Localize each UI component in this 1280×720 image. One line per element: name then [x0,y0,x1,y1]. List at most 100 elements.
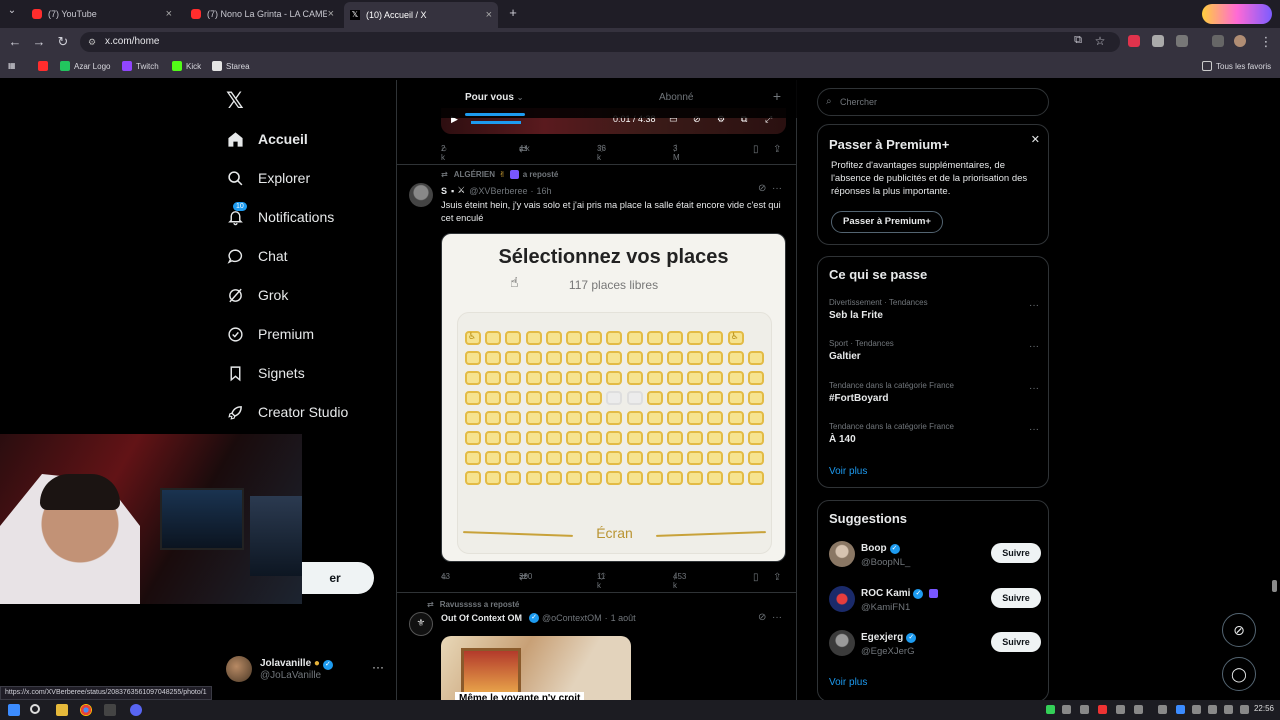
x-logo-icon[interactable]: 𝕏 [226,88,244,114]
account-switcher[interactable]: Jolavanille ● ✓ @JoLaVanille ··· [226,656,384,682]
nav-notifications[interactable]: 10 Notifications [226,202,334,229]
views-button[interactable]: ⫶ 3 M [673,144,680,162]
bluetooth-icon[interactable] [1176,705,1185,714]
discord-icon[interactable] [130,704,142,716]
tab-x-home[interactable]: 𝕏 (10) Accueil / X × [344,2,498,28]
follow-button[interactable]: Suivre [991,632,1041,652]
avatar[interactable] [829,586,855,612]
tweet-video[interactable]: Même le voyante n'y croit [441,636,631,700]
clock[interactable]: 22:56 [1254,704,1274,713]
share-button[interactable]: ⇪ [773,572,785,583]
add-icon[interactable]: + [773,88,781,104]
menu-icon[interactable]: ⋮ [1258,34,1274,50]
messages-fab[interactable]: ◯ [1222,657,1256,691]
trend-item[interactable]: Sport · Tendances Galtier ··· [829,339,1039,362]
nav-home[interactable]: Accueil [226,127,308,151]
like-button[interactable]: ♡ 11 k [597,572,610,590]
bookmark-button[interactable]: ▯ [753,572,763,583]
video-progress[interactable] [471,121,521,124]
new-tab-icon[interactable]: + [505,5,521,20]
extension-icon[interactable] [1152,35,1164,47]
extension-icon[interactable] [1128,35,1140,47]
more-icon[interactable]: ··· [372,660,384,674]
tray-icon[interactable] [1062,705,1071,714]
avatar[interactable] [829,630,855,656]
tab-nono[interactable]: (7) Nono La Grinta - LA CAME × [185,4,340,24]
apps-icon[interactable]: ▦ [8,61,16,70]
views-button[interactable]: ⫶ 453 k [673,572,686,590]
grok-fab[interactable]: ⊘ [1222,613,1256,647]
grok-icon[interactable]: ⊘ [758,612,766,623]
more-icon[interactable]: ··· [1029,341,1039,352]
install-icon[interactable]: ⧉ [1070,34,1086,47]
media-icon[interactable] [1212,35,1224,47]
follow-button[interactable]: Suivre [991,588,1041,608]
reload-icon[interactable]: ↻ [55,34,71,50]
puzzle-icon[interactable] [1176,35,1188,47]
volume-icon[interactable] [1224,705,1233,714]
close-icon[interactable]: × [486,9,492,21]
nav-bookmarks[interactable]: Signets [226,361,305,385]
bookmark-twitch[interactable]: Twitch [122,61,159,71]
bookmark-kick[interactable]: Kick [172,61,201,71]
more-icon[interactable]: ··· [1029,424,1039,435]
avatar[interactable]: ⚜ [409,612,433,636]
like-button[interactable]: ♡ 36 k [597,144,610,162]
follow-button[interactable]: Suivre [991,543,1041,563]
tweet-handle[interactable]: @oContextOM [542,613,602,623]
tab-youtube[interactable]: (7) YouTube × [26,4,178,24]
bookmark-azar[interactable]: Azar Logo [60,61,110,71]
nav-chat[interactable]: Chat [226,244,288,268]
reply-button[interactable]: ○ 43 [441,572,451,583]
trend-item[interactable]: Divertissement · Tendances Seb la Frite … [829,298,1039,321]
site-info-icon[interactable]: ⚙ [88,32,96,52]
battery-icon[interactable] [1240,705,1249,714]
tweet-image[interactable]: Sélectionnez vos places 117 places libre… [441,233,786,562]
avatar[interactable] [829,541,855,567]
see-more-link[interactable]: Voir plus [829,677,867,688]
scrollbar[interactable] [1272,580,1277,592]
avatar[interactable] [409,183,433,207]
search-icon[interactable] [30,704,40,714]
trend-item[interactable]: Tendance dans la catégorie France À 140 … [829,422,1039,445]
more-icon[interactable]: ··· [1029,300,1039,311]
tab-search-icon[interactable]: ⌄ [4,5,20,16]
tab-for-you[interactable]: Pour vous ⌄ [465,92,526,116]
bookmark-youtube[interactable] [38,61,52,71]
close-icon[interactable]: ✕ [1031,133,1040,146]
share-button[interactable]: ⇪ [773,144,785,155]
tweet-author[interactable]: Out Of Context OM [441,613,522,623]
avatar[interactable] [1234,35,1246,47]
tweet-author[interactable]: S [441,186,447,196]
nav-creator-studio[interactable]: Creator Studio [226,400,348,424]
close-icon[interactable]: × [328,8,334,20]
tray-icon[interactable] [1046,705,1055,714]
bookmark-starea[interactable]: Starea [212,61,250,71]
all-bookmarks[interactable]: Tous les favoris [1202,61,1271,71]
suggestion-item[interactable]: Boop ✓ @BoopNL_ Suivre [829,541,1041,571]
more-icon[interactable]: ··· [772,612,782,623]
more-icon[interactable]: ··· [772,183,782,194]
wifi-icon[interactable] [1208,705,1217,714]
windows-start-icon[interactable] [8,704,20,716]
repost-button[interactable]: ⇄ 300 [519,572,532,583]
reposter-name[interactable]: Ravusssss a reposté [440,600,520,609]
tray-icon[interactable] [1192,705,1201,714]
tweet-handle[interactable]: @XVBerberee [469,186,527,196]
suggestion-item[interactable]: ROC Kami ✓ @KamiFN1 Suivre [829,586,1041,616]
url-field[interactable]: ⚙ x.com/home [80,32,1120,52]
tab-following[interactable]: Abonné [659,92,693,103]
bookmark-button[interactable]: ▯ [753,144,763,155]
premium-button[interactable]: Passer à Premium+ [831,211,943,233]
reposter-name[interactable]: ALGÉRIEN [454,170,495,179]
tray-icon[interactable] [1134,705,1143,714]
see-more-link[interactable]: Voir plus [829,466,867,477]
explorer-icon[interactable] [56,704,68,716]
star-icon[interactable]: ☆ [1092,34,1108,48]
tray-icon[interactable] [1158,705,1167,714]
search-input[interactable]: ⌕ Chercher [817,88,1049,116]
app-icon[interactable] [104,704,116,716]
tray-icon[interactable] [1080,705,1089,714]
more-icon[interactable]: ··· [1029,383,1039,394]
close-icon[interactable]: × [166,8,172,20]
